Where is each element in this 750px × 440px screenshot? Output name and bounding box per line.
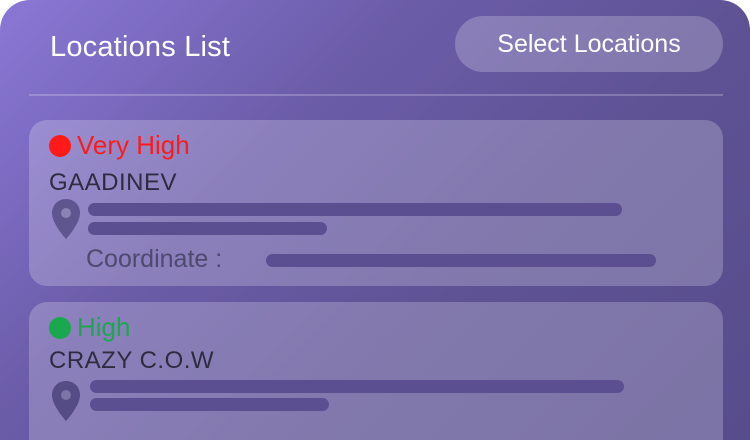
location-name: GAADINEV [49,169,178,196]
priority-indicator: Very High [49,130,190,161]
address-line-placeholder [90,380,624,393]
priority-label: High [77,312,131,342]
location-name: CRAZY C.O.W [49,347,215,374]
select-locations-button[interactable]: Select Locations [455,16,723,72]
location-card[interactable]: Very High GAADINEV Coordinate : [29,120,723,286]
coordinate-value-placeholder [266,254,656,267]
address-line-placeholder [88,203,622,216]
address-line-placeholder [90,398,329,411]
page-title: Locations List [50,31,231,63]
priority-dot-icon [49,316,71,339]
priority-dot-icon [49,134,71,157]
header-divider [29,94,723,96]
map-pin-icon [52,199,80,239]
address-line-placeholder [88,222,327,235]
locations-panel: Locations List Select Locations Very Hig… [0,0,750,440]
priority-label: Very High [77,130,190,160]
coordinate-label: Coordinate : [86,245,223,273]
map-pin-icon [52,381,80,421]
priority-indicator: High [49,312,130,343]
location-card[interactable]: High CRAZY C.O.W [29,302,723,440]
